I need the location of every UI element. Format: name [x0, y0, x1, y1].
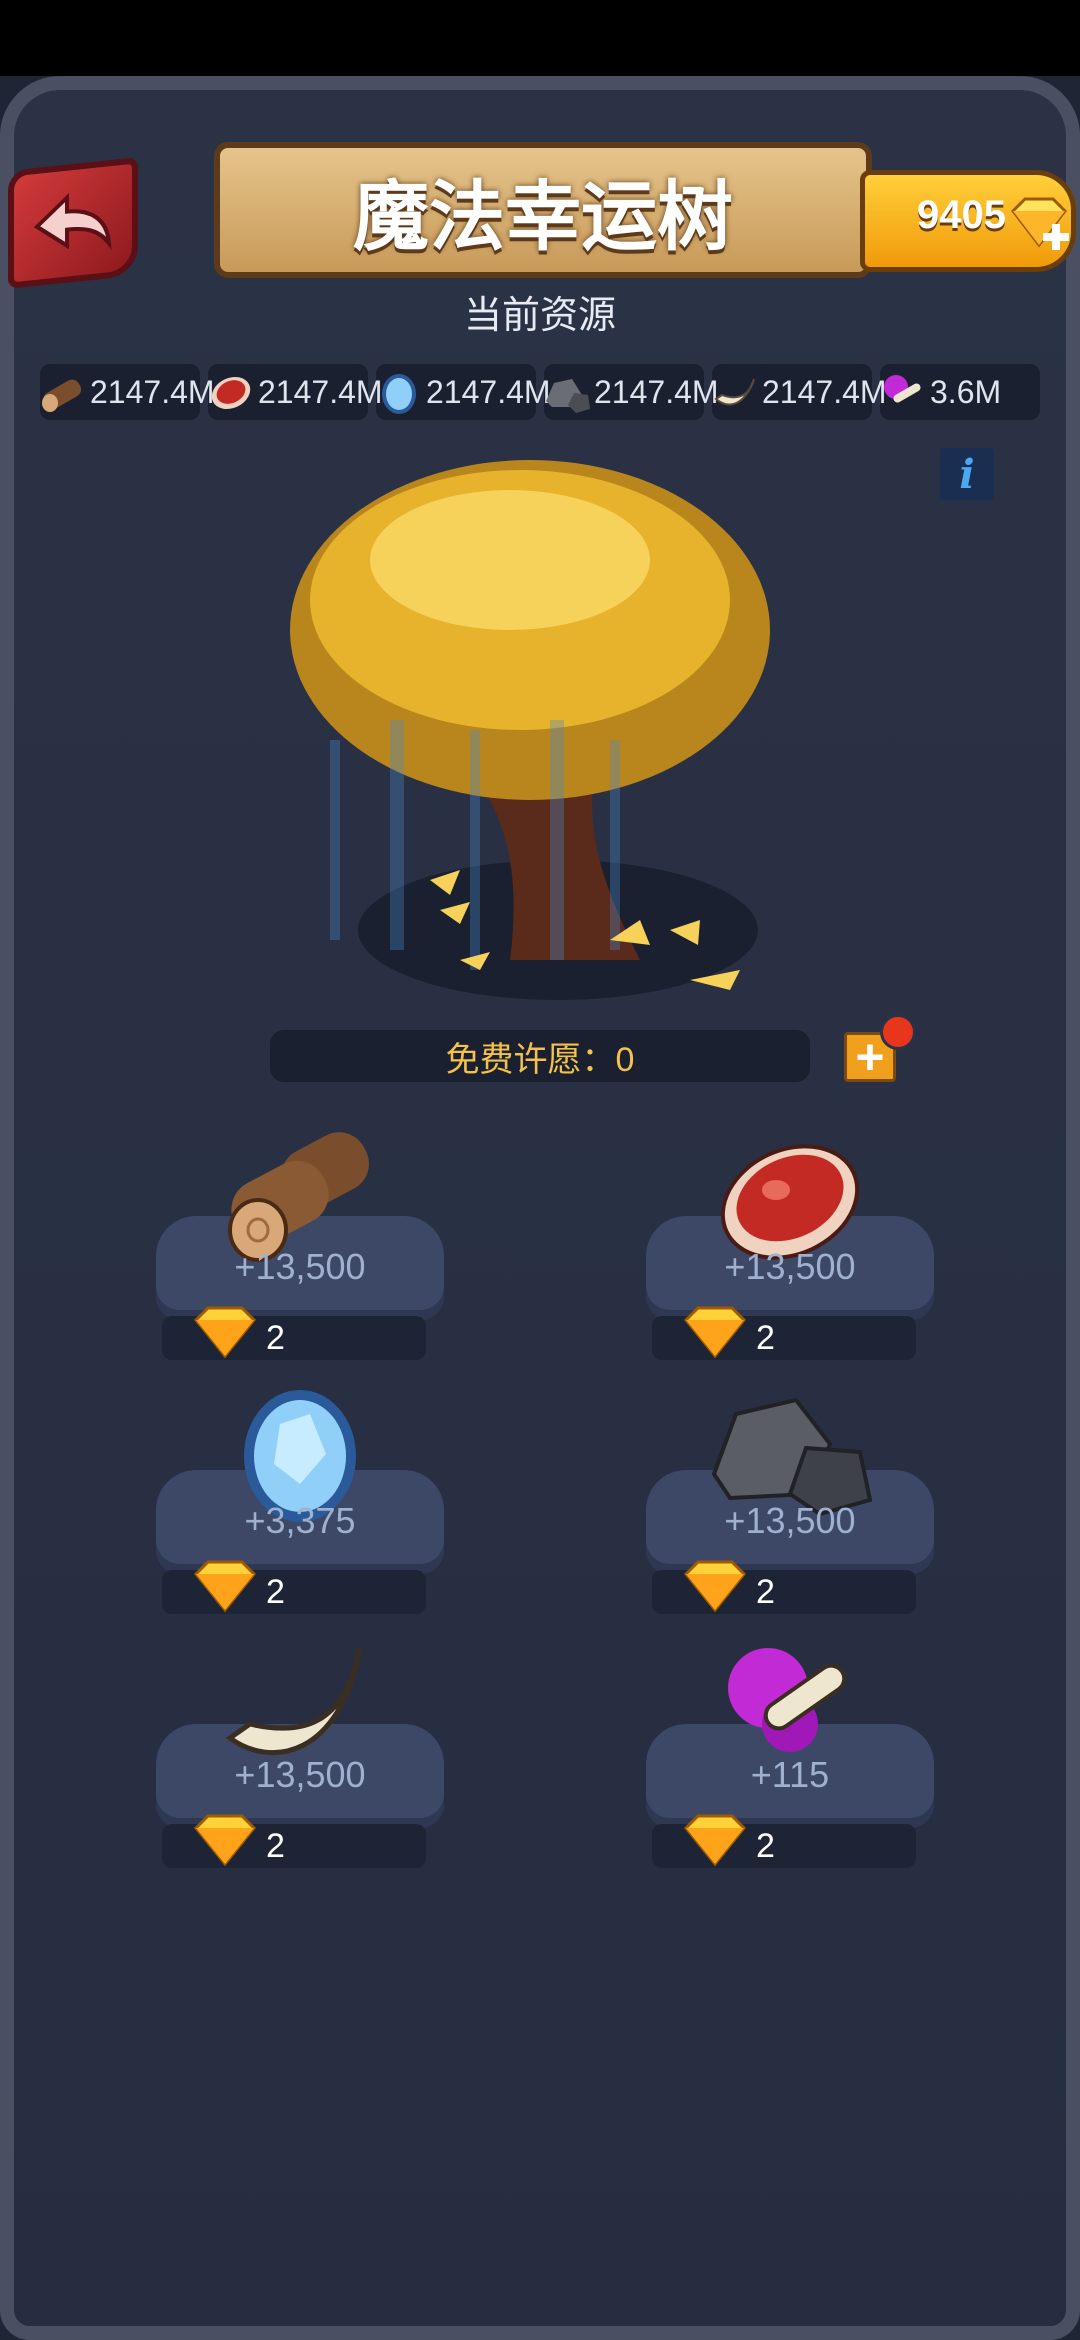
stone-icon: [546, 379, 590, 413]
meat-icon: [211, 376, 251, 410]
wish-item-cursed-bone[interactable]: +115 2: [640, 1628, 940, 1868]
gem-icon: [683, 1560, 747, 1613]
resource-bone: 2147.4M: [708, 364, 887, 420]
gem-icon: [193, 1306, 257, 1359]
gem-icon: [683, 1814, 747, 1867]
gem-icon: [683, 1306, 747, 1359]
wish-item-stone[interactable]: +13,500 2: [640, 1374, 940, 1614]
resource-crystal: 2147.4M: [372, 364, 551, 420]
status-bar: [0, 0, 1080, 76]
wish-item-crystal[interactable]: +3,375 2: [150, 1374, 450, 1614]
gem-icon: [193, 1814, 257, 1867]
gem-counter[interactable]: 9405: [860, 170, 1076, 272]
notification-dot: [880, 1014, 916, 1050]
back-arrow-icon: [33, 193, 112, 250]
resource-cursed-bone: 3.6M: [876, 364, 1001, 420]
gem-count: 9405: [917, 193, 1006, 237]
add-gems-icon[interactable]: [1005, 193, 1073, 257]
back-button[interactable]: [8, 157, 138, 289]
current-resources-label: 当前资源: [463, 295, 616, 337]
resource-stone: 2147.4M: [540, 364, 719, 420]
wood-icon: [42, 379, 82, 412]
resource-wood: 2147.4M: [36, 364, 215, 420]
free-wish-counter: 免费许愿：0: [270, 1030, 810, 1082]
bone-icon: [714, 378, 755, 406]
wish-item-wood[interactable]: +13,500 2: [150, 1120, 450, 1360]
info-button[interactable]: i: [940, 448, 994, 500]
crystal-icon: [382, 374, 416, 414]
cursed-bone-icon: [884, 375, 921, 403]
lucky-tree-image: [290, 460, 770, 1000]
wish-item-meat[interactable]: +13,500 2: [640, 1120, 940, 1360]
title-banner: 魔法幸运树: [214, 142, 872, 278]
gem-icon: [193, 1560, 257, 1613]
resource-meat: 2147.4M: [204, 364, 383, 420]
page-title: 魔法幸运树: [353, 172, 733, 261]
wish-item-bone[interactable]: +13,500 2: [150, 1628, 450, 1868]
